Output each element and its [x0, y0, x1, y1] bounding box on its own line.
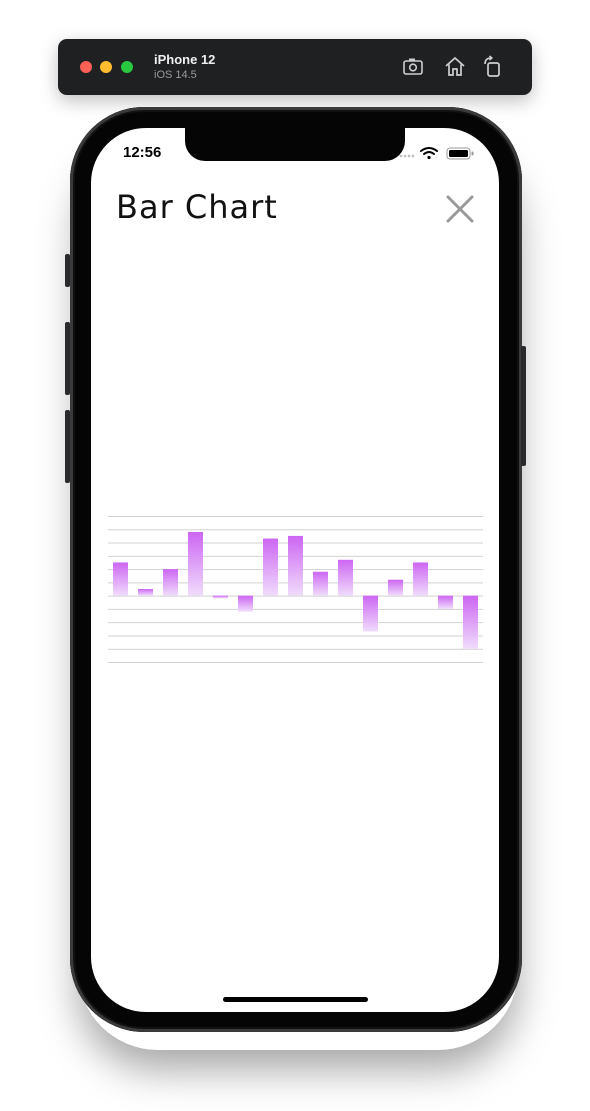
device-name: iPhone 12	[154, 52, 216, 67]
close-icon[interactable]	[443, 192, 477, 226]
chart-bar	[313, 571, 328, 596]
cellular-signal-icon	[399, 154, 415, 158]
os-version: iOS 14.5	[154, 69, 197, 81]
chart-bar	[238, 595, 253, 612]
close-window-button[interactable]	[80, 61, 92, 73]
page-title: Bar Chart	[116, 188, 278, 226]
chart-bar	[138, 589, 153, 596]
chart-bar	[438, 595, 453, 609]
chart-bars	[113, 531, 478, 649]
chart-bar	[338, 559, 353, 596]
chart-bar	[363, 595, 378, 632]
phone-screen: 12:56 Bar Chart	[91, 128, 499, 1012]
status-time: 12:56	[123, 144, 162, 161]
chart-bar	[463, 595, 478, 649]
battery-icon	[446, 147, 474, 160]
status-icons	[399, 147, 474, 160]
chart-bar	[113, 562, 128, 596]
chart-bar	[288, 535, 303, 596]
screenshot-icon[interactable]	[402, 55, 426, 79]
chart-bar	[413, 562, 428, 596]
rotate-icon[interactable]	[481, 55, 505, 79]
zoom-window-button[interactable]	[121, 61, 133, 73]
home-icon[interactable]	[443, 55, 467, 79]
home-indicator[interactable]	[223, 997, 368, 1002]
chart-bar	[388, 579, 403, 596]
chart-bar	[188, 531, 203, 596]
mute-switch	[65, 254, 70, 287]
power-button	[521, 346, 526, 466]
simulator-toolbar: iPhone 12 iOS 14.5	[58, 39, 532, 95]
volume-down-button	[65, 410, 70, 483]
chart-bar	[163, 569, 178, 596]
chart-bar	[263, 538, 278, 596]
chart-bar	[213, 595, 228, 599]
notch	[185, 128, 405, 161]
volume-up-button	[65, 322, 70, 395]
minimize-window-button[interactable]	[100, 61, 112, 73]
bar-chart	[108, 516, 483, 663]
wifi-icon	[420, 147, 438, 155]
